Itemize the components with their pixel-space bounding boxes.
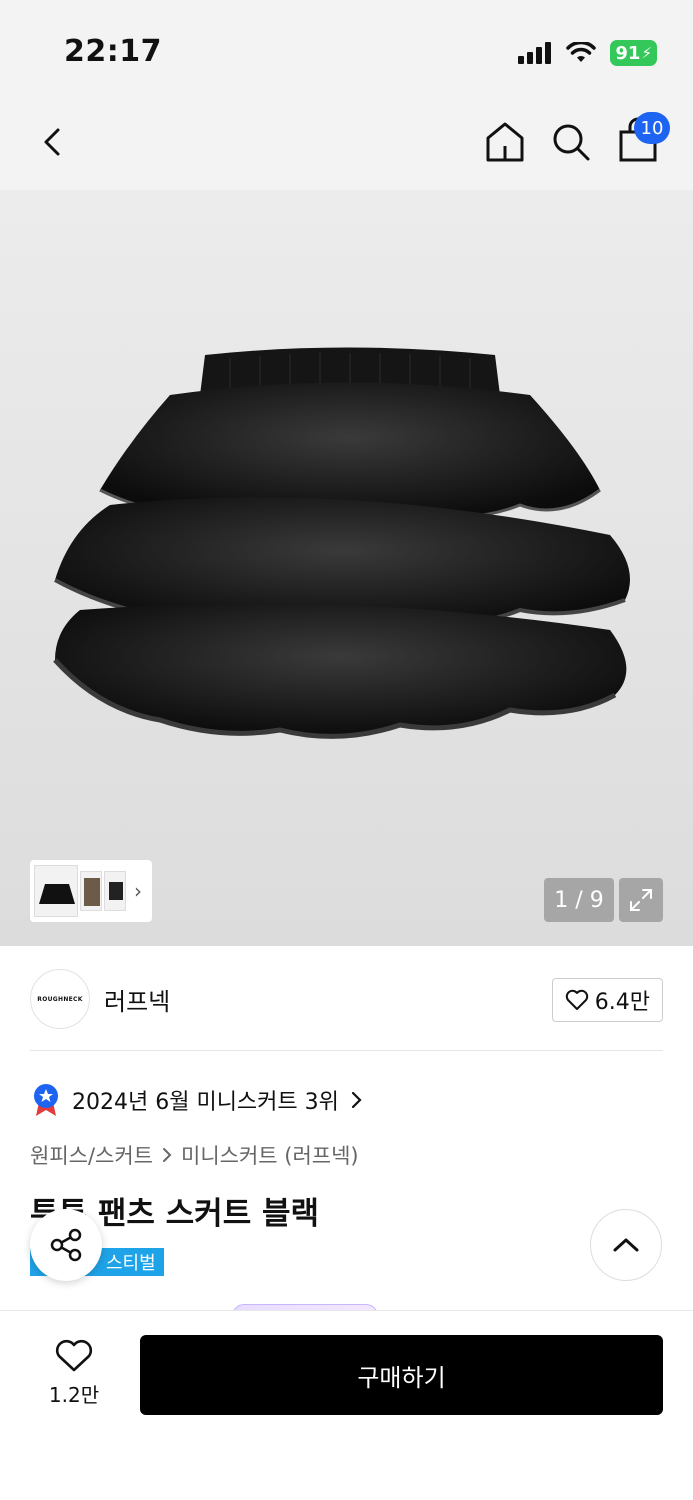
top-nav-bar bbox=[0, 100, 693, 190]
product-image bbox=[53, 347, 630, 739]
home-icon[interactable] bbox=[484, 120, 526, 164]
cart-count-badge: 10 bbox=[634, 112, 670, 144]
wishlist-count: 1.2만 bbox=[48, 1383, 100, 1407]
battery-level: 91 bbox=[615, 42, 641, 64]
share-icon bbox=[50, 1228, 82, 1262]
image-counter: 1 / 9 bbox=[544, 878, 614, 922]
chevron-right-icon bbox=[351, 1091, 362, 1109]
chevron-up-icon bbox=[613, 1238, 639, 1252]
thumbnail-strip[interactable]: › bbox=[30, 860, 152, 922]
ribbon-badge-icon bbox=[34, 1084, 58, 1116]
chevron-left-icon[interactable] bbox=[34, 120, 74, 164]
brand-logo[interactable]: ROUGHNECK bbox=[30, 969, 90, 1029]
brand-like-button[interactable]: 6.4만 bbox=[551, 978, 663, 1022]
expand-button[interactable] bbox=[619, 878, 663, 922]
bottom-purchase-bar: 1.2만 구매하기 bbox=[0, 1310, 693, 1500]
brand-row[interactable]: ROUGHNECK 러프넥 6.4만 bbox=[30, 966, 663, 1032]
status-time: 22:17 bbox=[64, 34, 162, 69]
scroll-top-button[interactable] bbox=[590, 1209, 662, 1281]
chevron-right-icon bbox=[163, 1148, 172, 1162]
thumbnail-1[interactable] bbox=[34, 865, 78, 917]
brand-name[interactable]: 러프넥 bbox=[104, 982, 170, 1017]
divider bbox=[30, 1050, 663, 1051]
thumbnail-3[interactable] bbox=[104, 871, 126, 911]
brand-like-count: 6.4만 bbox=[594, 990, 650, 1015]
heart-icon bbox=[55, 1339, 93, 1372]
battery-indicator: 91 ⚡ bbox=[610, 40, 657, 66]
share-button[interactable] bbox=[30, 1209, 102, 1281]
ranking-text: 2024년 6월 미니스커트 3위 bbox=[72, 1090, 339, 1115]
breadcrumb-category[interactable]: 원피스/스커트 bbox=[30, 1140, 153, 1170]
signal-icon bbox=[518, 42, 552, 64]
search-icon[interactable] bbox=[550, 120, 592, 164]
status-indicators: 91 ⚡ bbox=[518, 40, 657, 66]
heart-icon bbox=[565, 989, 588, 1010]
expand-icon bbox=[630, 889, 652, 911]
wishlist-button[interactable]: 1.2만 bbox=[40, 1339, 108, 1408]
breadcrumb: 원피스/스커트 미니스커트 (러프넥) bbox=[30, 1140, 359, 1170]
buy-button[interactable]: 구매하기 bbox=[140, 1335, 663, 1415]
breadcrumb-subcategory[interactable]: 미니스커트 (러프넥) bbox=[181, 1140, 359, 1170]
ranking-link[interactable]: 2024년 6월 미니스커트 3위 bbox=[30, 1080, 363, 1120]
product-image-gallery[interactable]: › 1 / 9 bbox=[0, 190, 693, 946]
thumbnail-2[interactable] bbox=[80, 871, 102, 911]
charging-icon: ⚡ bbox=[641, 44, 652, 62]
wifi-icon bbox=[566, 42, 597, 62]
thumbnail-chevron-icon: › bbox=[134, 879, 142, 903]
status-bar: 22:17 91 ⚡ bbox=[0, 0, 693, 100]
